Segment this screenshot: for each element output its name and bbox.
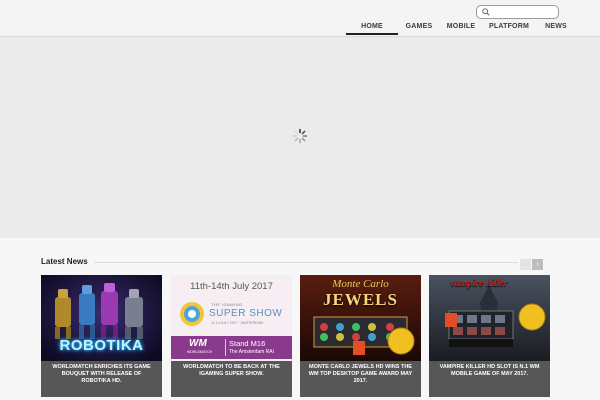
- event-sub: 11-14 JULY 2017 · AMSTERDAM: [211, 321, 263, 325]
- news-card-igaming[interactable]: 11th-14th July 2017 THE iGAMING SUPER SH…: [171, 275, 292, 397]
- hero-slider: [0, 38, 600, 238]
- nav-news[interactable]: NEWS: [536, 20, 576, 35]
- event-small-label: THE iGAMING: [211, 302, 243, 307]
- main-nav: HOME GAMES MOBILE PLATFORM NEWS: [340, 20, 576, 37]
- event-name: SUPER SHOW: [209, 308, 283, 319]
- news-card-image[interactable]: Monte Carlo JEWELS: [300, 275, 421, 361]
- worldmatch-logo-sub: WORLDMATCH: [187, 350, 213, 354]
- search-icon: [482, 8, 490, 16]
- game-title-line2: JEWELS: [323, 290, 398, 309]
- nav-mobile[interactable]: MOBILE: [440, 20, 482, 35]
- game-title: vampire killer: [450, 278, 508, 289]
- nav-platform[interactable]: PLATFORM: [482, 20, 536, 35]
- venue-label: The Amsterdam RAI: [229, 349, 275, 355]
- event-date: 11th-14th July 2017: [190, 281, 273, 292]
- super-show-logo-icon: [180, 302, 204, 326]
- news-card-image[interactable]: ROBOTIKA: [41, 275, 162, 361]
- site-header: HOME GAMES MOBILE PLATFORM NEWS: [0, 0, 600, 37]
- nav-home[interactable]: HOME: [346, 20, 398, 35]
- search-box[interactable]: [476, 5, 559, 19]
- news-card-caption[interactable]: WORLDMATCH TO BE BACK AT THE IGAMING SUP…: [171, 361, 292, 397]
- news-card-caption[interactable]: WORLDMATCH ENRICHES ITS GAME BOUQUET WIT…: [41, 361, 162, 397]
- news-card-monte-carlo[interactable]: Monte Carlo JEWELS MONTE CARLO JEWELS HD…: [300, 275, 421, 397]
- news-card-image[interactable]: 11th-14th July 2017 THE iGAMING SUPER SH…: [171, 275, 292, 361]
- search-input[interactable]: [492, 7, 556, 17]
- divider: [94, 262, 518, 263]
- news-card-caption[interactable]: MONTE CARLO JEWELS HD WINS THE WM TOP DE…: [300, 361, 421, 397]
- loading-spinner-icon: [292, 128, 308, 144]
- section-title: Latest News: [41, 257, 88, 266]
- news-card-robotika[interactable]: ROBOTIKA WORLDMATCH ENRICHES ITS GAME BO…: [41, 275, 162, 397]
- stand-label: Stand M16: [229, 339, 266, 348]
- game-title-line1: Monte Carlo: [332, 278, 389, 290]
- news-card-caption[interactable]: VAMPIRE KILLER HD SLOT IS N.1 WM MOBILE …: [429, 361, 550, 397]
- carousel-prev-button[interactable]: ‹: [520, 259, 531, 270]
- carousel-next-button[interactable]: ›: [532, 259, 543, 270]
- worldmatch-logo: WM: [189, 338, 207, 349]
- robotika-logo-text: ROBOTIKA: [59, 337, 144, 354]
- news-card-vampire-killer[interactable]: vampire killer VAMPIRE KILLER HD SLOT IS…: [429, 275, 550, 397]
- nav-games[interactable]: GAMES: [398, 20, 440, 35]
- news-card-image[interactable]: vampire killer: [429, 275, 550, 361]
- latest-news-section: Latest News ‹ › ROBOTIKA WORLDMATCH ENRI…: [0, 238, 600, 400]
